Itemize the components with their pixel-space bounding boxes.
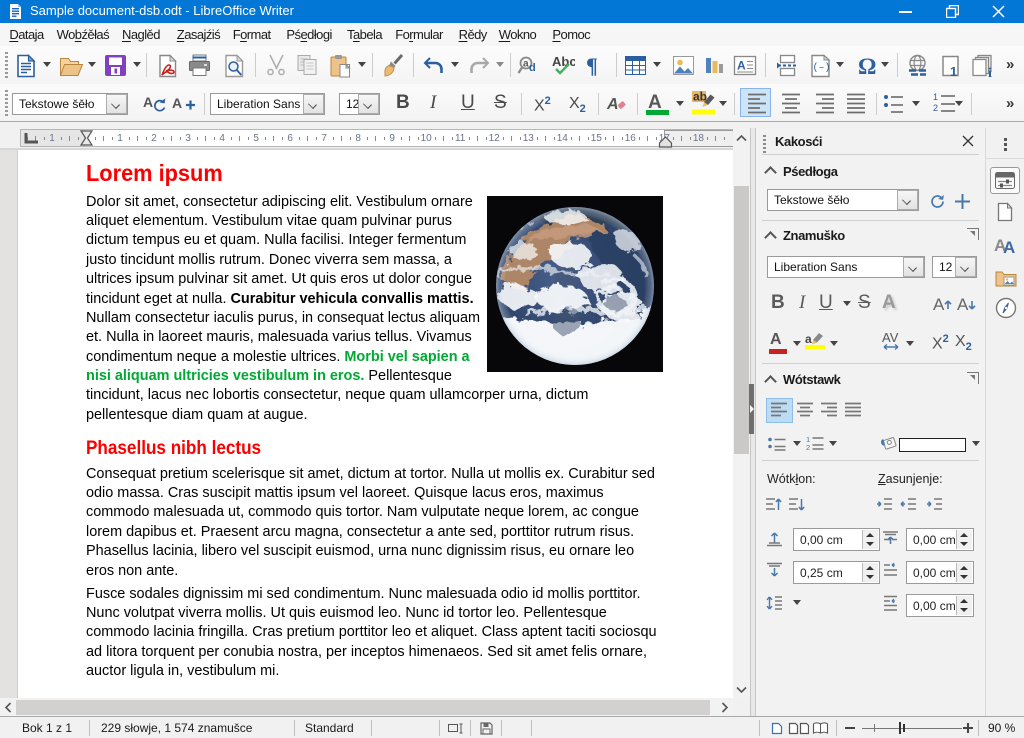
svg-text:Ω: Ω xyxy=(858,54,876,78)
svg-text:A: A xyxy=(606,96,619,113)
svg-text:A: A xyxy=(957,295,969,314)
svg-text:2: 2 xyxy=(933,103,938,113)
svg-text:1: 1 xyxy=(933,92,938,102)
svg-text:A: A xyxy=(648,92,662,113)
svg-text:A: A xyxy=(143,94,153,110)
svg-text:A: A xyxy=(933,295,945,314)
svg-text:i: i xyxy=(988,66,992,78)
svg-text:AV: AV xyxy=(882,331,899,345)
svg-text:¶: ¶ xyxy=(586,54,598,77)
svg-text:2: 2 xyxy=(806,443,810,451)
svg-text:1: 1 xyxy=(950,64,957,78)
svg-text:a: a xyxy=(805,332,812,346)
svg-text:A: A xyxy=(737,59,746,73)
svg-text:A: A xyxy=(172,95,182,111)
svg-text:d: d xyxy=(529,62,536,74)
svg-text:A: A xyxy=(1003,238,1015,256)
svg-text:Abc: Abc xyxy=(552,54,575,69)
svg-text:(–): (–) xyxy=(813,62,831,74)
